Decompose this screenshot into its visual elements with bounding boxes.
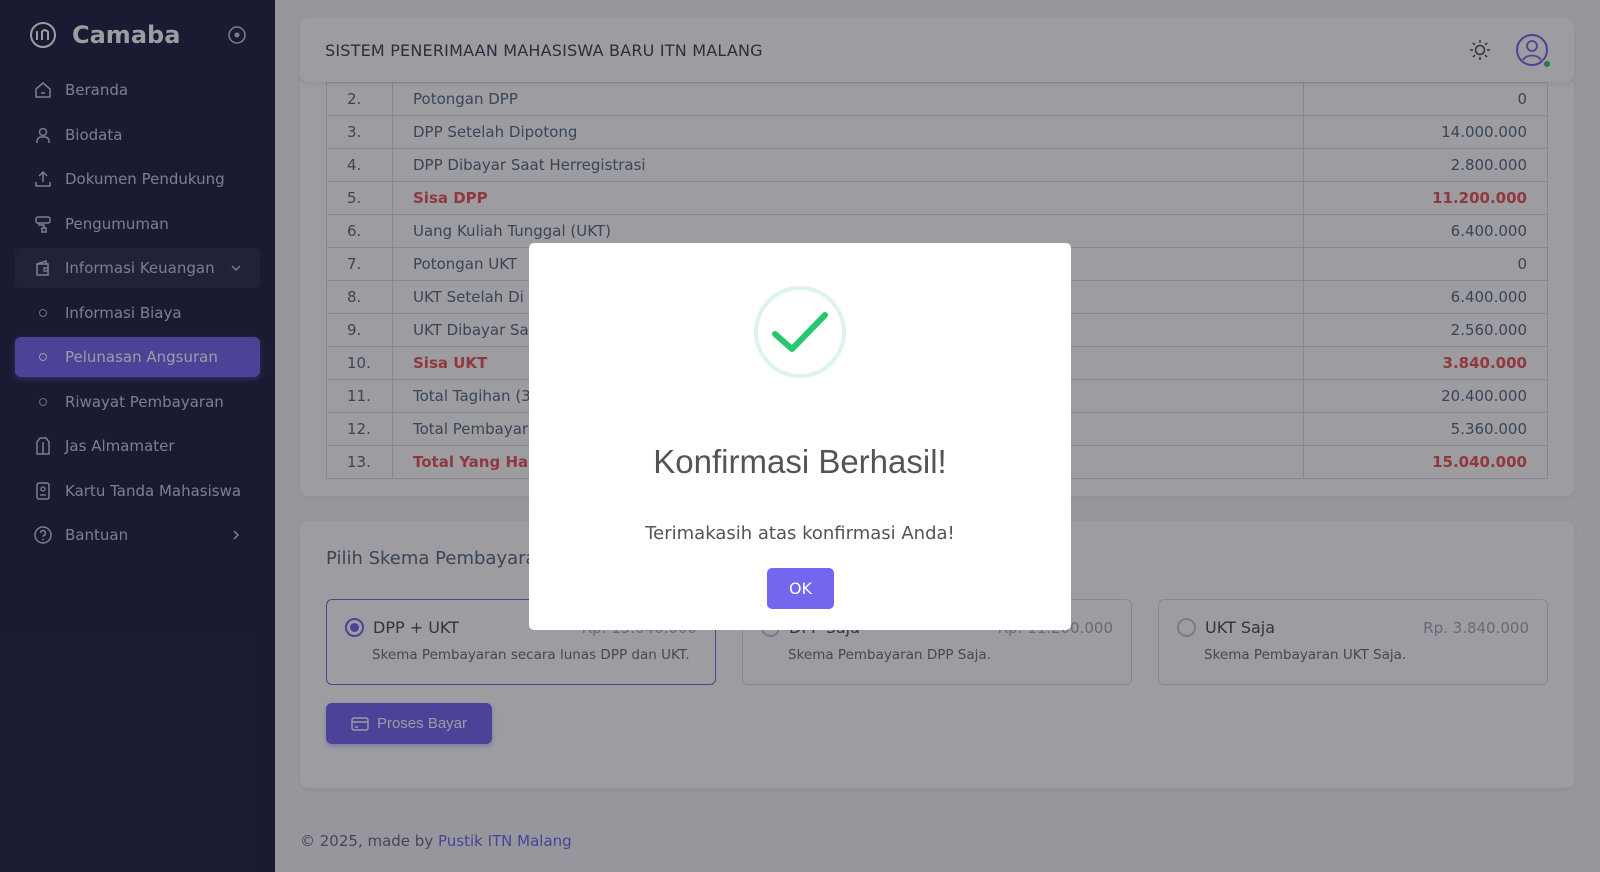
dialog-message: Terimakasih atas konfirmasi Anda! [645,523,955,544]
success-dialog: Konfirmasi Berhasil! Terimakasih atas ko… [529,243,1071,630]
dialog-title: Konfirmasi Berhasil! [653,443,947,480]
success-check-icon [754,286,846,378]
ok-button[interactable]: OK [767,568,834,609]
